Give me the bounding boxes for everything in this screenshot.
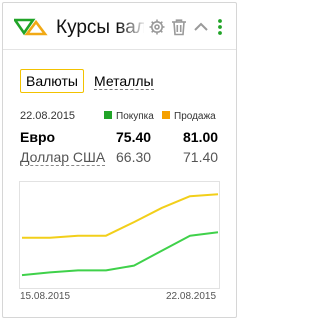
currency-name: Евро [20, 129, 56, 145]
rate-row-euro[interactable]: Евро 75.40 81.00 [20, 129, 220, 147]
series-line-1 [21, 231, 219, 277]
currency-name: Доллар США [20, 149, 106, 166]
legend-buy: Покупка [104, 111, 154, 122]
buy-value: 66.30 [116, 149, 152, 165]
sell-swatch [162, 111, 170, 119]
trash-icon[interactable] [170, 18, 188, 36]
buy-value: 75.40 [116, 129, 152, 145]
buy-swatch [104, 111, 112, 119]
currency-name-link[interactable]: Доллар США [20, 149, 106, 166]
series-line-0 [22, 193, 219, 239]
chart-svg [21, 193, 219, 277]
tab-metals[interactable]: Металлы [94, 69, 154, 93]
logo-icon [14, 18, 48, 36]
legend-sell-label: Продажа [174, 111, 216, 122]
legend-sell: Продажа [162, 111, 216, 122]
chart-end-date: 22.08.2015 [166, 291, 217, 302]
tab-currencies[interactable]: Валюты [20, 69, 84, 93]
sell-value: 71.40 [183, 149, 219, 165]
rates-date: 22.08.2015 [20, 110, 76, 122]
legend-buy-label: Покупка [116, 111, 154, 122]
chevron-up-icon[interactable] [192, 18, 210, 36]
sell-value: 81.00 [183, 129, 219, 145]
chart-start-date: 15.08.2015 [20, 291, 71, 302]
title-fade [118, 13, 148, 43]
gear-icon[interactable] [148, 18, 166, 36]
tab-metals-label: Металлы [94, 73, 154, 90]
more-icon[interactable] [214, 18, 226, 36]
rate-chart [19, 181, 220, 289]
widget-header: Курсы валют [3, 3, 236, 50]
rate-row-usd[interactable]: Доллар США 66.30 71.40 [20, 149, 220, 167]
